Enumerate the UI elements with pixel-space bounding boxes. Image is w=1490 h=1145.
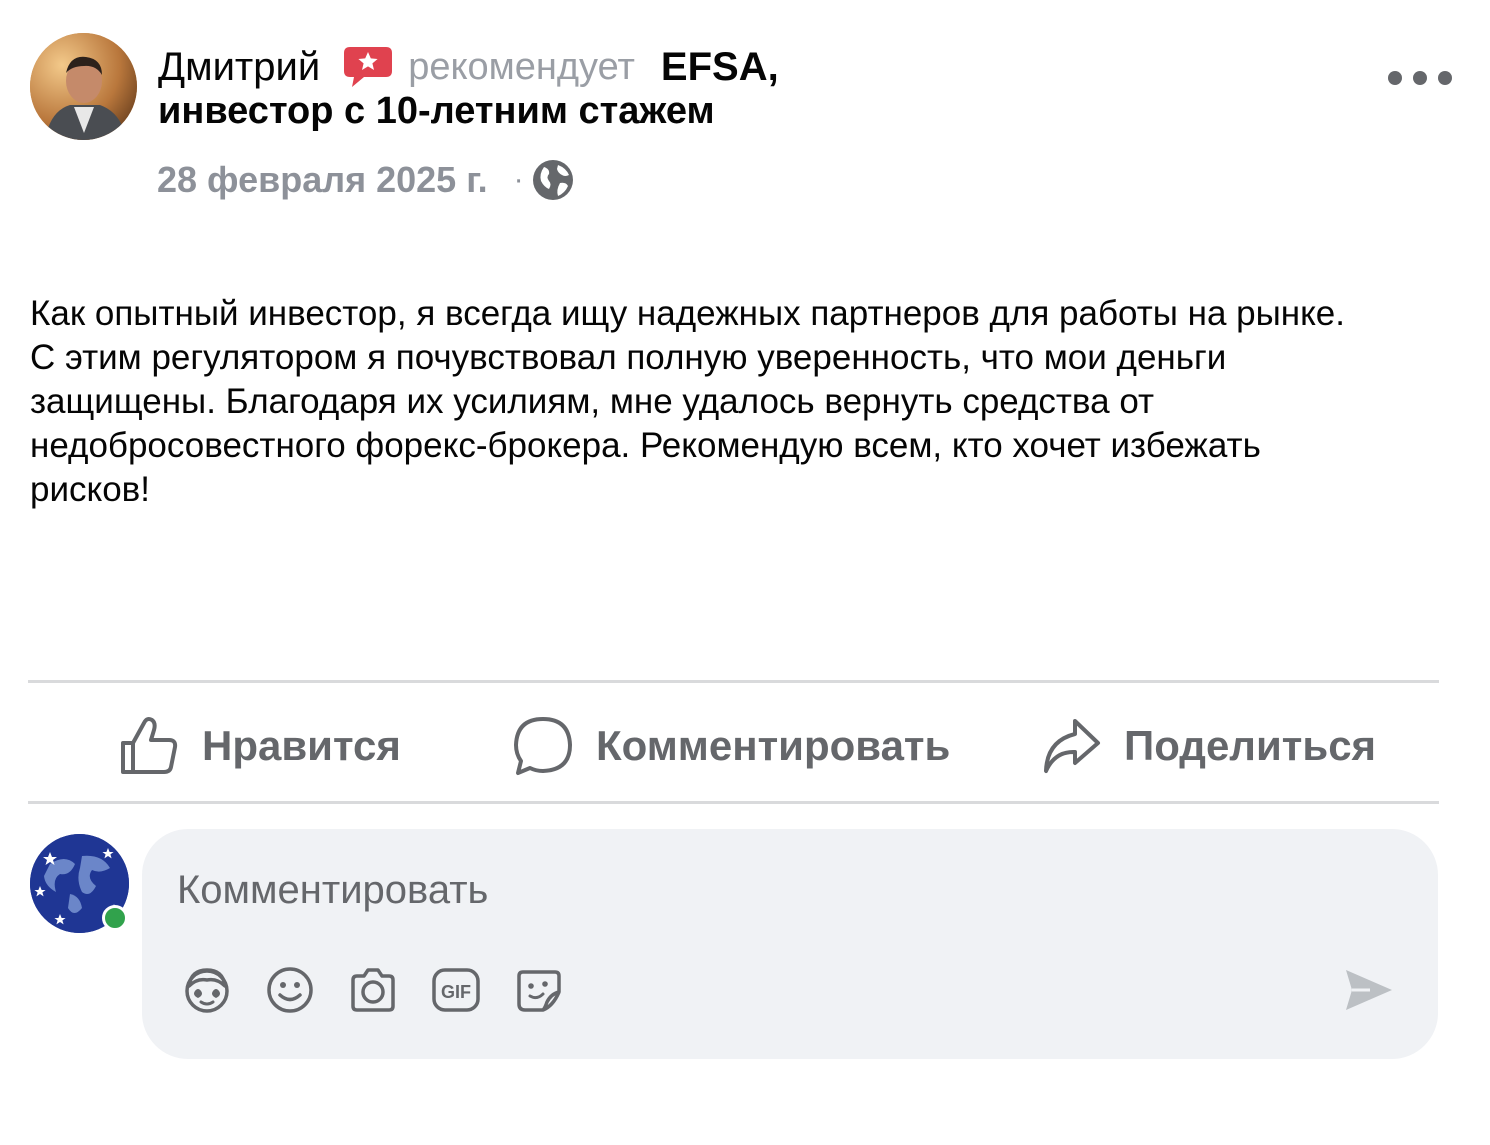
globe-icon[interactable]	[532, 159, 574, 201]
camera-icon[interactable]	[347, 964, 399, 1016]
sticker-icon[interactable]	[513, 964, 565, 1016]
divider-top	[28, 680, 1439, 683]
online-status-indicator	[102, 905, 128, 931]
share-arrow-icon	[1044, 719, 1100, 773]
author-name[interactable]: Дмитрий	[158, 45, 320, 90]
recommends-text: рекомендует	[408, 45, 635, 88]
recommend-badge-icon	[342, 44, 394, 90]
like-label: Нравится	[202, 722, 401, 769]
gif-icon[interactable]: GIF	[430, 964, 482, 1016]
author-avatar[interactable]	[30, 33, 137, 140]
like-button[interactable]: Нравится	[118, 706, 401, 786]
svg-text:GIF: GIF	[441, 982, 471, 1002]
emoji-icon[interactable]	[264, 964, 316, 1016]
comment-input[interactable]	[177, 860, 1277, 920]
more-dot-icon	[1388, 71, 1402, 85]
comment-button[interactable]: Комментировать	[512, 706, 950, 786]
post-date[interactable]: 28 февраля 2025 г.	[157, 159, 488, 201]
post-header-line: Дмитрий рекомендует EFSA,	[158, 38, 779, 96]
author-title: инвестор с 10-летним стажем	[158, 90, 715, 132]
more-dot-icon	[1413, 71, 1427, 85]
recommended-page-link[interactable]: EFSA,	[661, 45, 779, 90]
post-meta: 28 февраля 2025 г. ·	[157, 158, 574, 202]
meta-separator: ·	[513, 163, 524, 196]
comment-label: Комментировать	[596, 722, 951, 769]
divider-bottom	[28, 801, 1439, 804]
more-dot-icon	[1438, 71, 1452, 85]
post-body: Как опытный инвестор, я всегда ищу надеж…	[30, 294, 1345, 509]
more-options-button[interactable]	[1388, 58, 1452, 98]
thumbs-up-icon	[121, 717, 178, 774]
avatar-sticker-icon[interactable]	[181, 964, 233, 1016]
share-button[interactable]: Поделиться	[1040, 706, 1376, 786]
comment-bubble-icon	[514, 717, 572, 775]
send-icon[interactable]	[1340, 962, 1396, 1018]
share-label: Поделиться	[1124, 722, 1377, 769]
